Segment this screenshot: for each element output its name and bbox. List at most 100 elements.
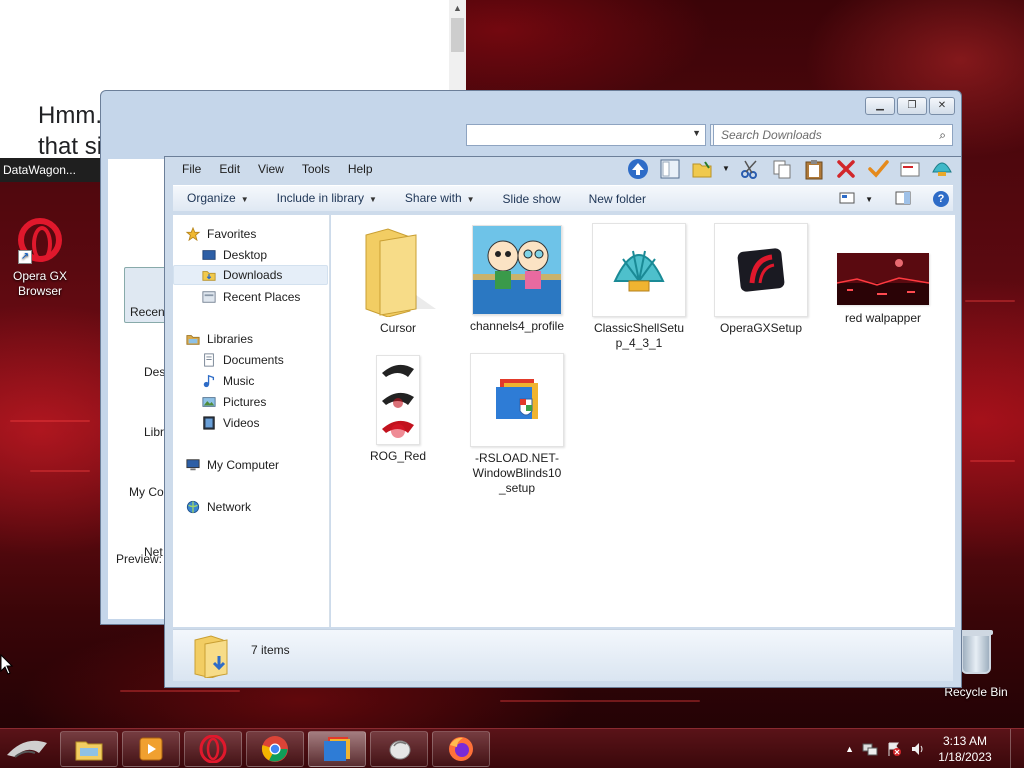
file-name: channels4_profile (469, 319, 565, 333)
network-tray-icon[interactable] (862, 741, 878, 757)
datawagon-window-title[interactable]: DataWagon... (0, 158, 100, 182)
scroll-up-arrow-icon[interactable]: ▲ (449, 0, 466, 16)
classic-shell-icon[interactable] (929, 157, 955, 181)
chevron-down-icon[interactable]: ▼ (721, 157, 731, 181)
file-name: -RSLOAD.NET-WindowBlinds10_setup (472, 451, 562, 495)
pictures-icon (202, 397, 216, 407)
nav-label: Music (223, 374, 255, 388)
file-item[interactable]: ROG_Red (350, 355, 446, 464)
show-hidden-icons-icon[interactable]: ▲ (845, 744, 854, 754)
minimize-button[interactable]: ▁ (865, 97, 895, 115)
paste-icon[interactable] (801, 157, 827, 181)
music-icon (203, 374, 215, 388)
address-bar[interactable]: ▼ (466, 124, 706, 146)
menu-view[interactable]: View (249, 157, 293, 181)
nav-item-downloads[interactable]: Downloads (173, 265, 328, 285)
preview-label: Preview: (116, 552, 163, 566)
menu-help[interactable]: Help (339, 157, 382, 181)
nav-item-favorites[interactable]: Favorites (185, 224, 340, 244)
view-options-icon[interactable] (839, 192, 855, 207)
nav-item-my-computer[interactable]: My Computer (185, 455, 340, 475)
show-desktop-button[interactable] (1010, 729, 1024, 768)
file-item[interactable]: ClassicShellSetup_4_3_1 (591, 223, 687, 351)
taskbar-opera-gx[interactable] (184, 731, 242, 767)
chevron-down-icon[interactable]: ▼ (692, 128, 701, 138)
include-in-library-label: Include in library (276, 190, 364, 205)
chevron-down-icon[interactable]: ▼ (865, 195, 873, 204)
nav-label: Videos (223, 416, 260, 430)
start-button[interactable] (2, 731, 52, 767)
command-bar: Organize ▼ Include in library ▼ Share with… (173, 185, 953, 211)
action-center-flag-icon[interactable] (886, 741, 902, 757)
taskbar-media-player[interactable] (122, 731, 180, 767)
menu-file[interactable]: File (173, 157, 210, 181)
scroll-thumb[interactable] (451, 18, 464, 52)
chevron-down-icon: ▼ (369, 194, 377, 204)
share-with-button[interactable]: Share with ▼ (391, 185, 489, 213)
file-item[interactable]: red walpapper (835, 253, 931, 326)
downloads-folder-icon (191, 634, 235, 681)
clock[interactable]: 3:13 AM 1/18/2023 (930, 733, 1000, 765)
file-item[interactable]: Cursor (350, 225, 446, 336)
mouse-icon (389, 740, 411, 760)
taskbar-firefox[interactable] (432, 731, 490, 767)
folder-options-icon[interactable] (689, 157, 715, 181)
up-arrow-icon[interactable] (625, 157, 651, 181)
properties-icon[interactable] (897, 157, 923, 181)
file-item[interactable]: channels4_profile (469, 225, 565, 334)
computer-icon (186, 459, 200, 471)
panes-icon[interactable] (657, 157, 683, 181)
file-name: ClassicShellSetup_4_3_1 (593, 321, 685, 350)
delete-icon[interactable] (833, 157, 859, 181)
volume-icon[interactable] (910, 741, 926, 757)
shell-icon (592, 223, 686, 317)
clock-time: 3:13 AM (942, 734, 988, 748)
downloads-explorer-window[interactable]: File Edit View Tools Help ▼ Organize ▼ I… (164, 156, 962, 688)
checkmark-icon[interactable] (865, 157, 891, 181)
firefox-icon (449, 737, 473, 761)
cut-icon[interactable] (737, 157, 763, 181)
new-folder-button[interactable]: New folder (575, 186, 660, 212)
desktop-icon-opera-gx[interactable]: ↗ Opera GX Browser (0, 216, 80, 299)
network-icon (186, 500, 200, 514)
nav-label: My Computer (207, 458, 280, 472)
file-list: Cursor channels4_profile ClassicShellSet… (331, 215, 955, 627)
slide-show-button[interactable]: Slide show (489, 186, 575, 212)
file-item[interactable]: -RSLOAD.NET-WindowBlinds10_setup (469, 353, 565, 496)
search-placeholder: Search Downloads (721, 128, 822, 142)
help-icon[interactable]: ? (933, 191, 949, 207)
menu-edit[interactable]: Edit (210, 157, 249, 181)
navigation-pane: Favorites Desktop Downloads Recent Place… (173, 215, 330, 627)
media-player-icon (139, 737, 163, 761)
file-item[interactable]: OperaGXSetup (713, 223, 809, 336)
file-name: ROG_Red (369, 449, 427, 463)
organize-button[interactable]: Organize ▼ (173, 185, 263, 213)
menu-tools[interactable]: Tools (293, 157, 339, 181)
taskbar-file-explorer[interactable] (60, 731, 118, 767)
nav-label: Network (207, 500, 252, 514)
system-tray: ▲ (845, 729, 926, 768)
search-icon[interactable]: ⌕ (939, 125, 946, 145)
videos-icon (203, 416, 215, 430)
nav-item-libraries[interactable]: Libraries (185, 329, 340, 349)
item-count: 7 items (251, 643, 290, 657)
file-name: red walpapper (844, 311, 922, 325)
taskbar-mouse-settings[interactable] (370, 731, 428, 767)
nav-item-network[interactable]: Network (185, 497, 340, 517)
chrome-icon (261, 736, 288, 762)
taskbar-chrome[interactable] (246, 731, 304, 767)
organize-label: Organize (187, 190, 236, 205)
search-input[interactable]: Search Downloads ⌕ (713, 124, 953, 146)
nav-label: Libraries (207, 332, 254, 346)
include-in-library-button[interactable]: Include in library ▼ (263, 185, 391, 213)
recent-places-icon (202, 291, 216, 303)
close-button[interactable]: ✕ (929, 97, 955, 115)
preview-pane-icon[interactable] (895, 191, 911, 208)
copy-icon[interactable] (769, 157, 795, 181)
rog-icon (376, 355, 420, 445)
taskbar-windowblinds[interactable] (308, 731, 366, 767)
details-pane: 7 items (173, 629, 953, 681)
star-icon (185, 227, 201, 241)
image-thumbnail (837, 253, 929, 305)
maximize-button[interactable]: ❐ (897, 97, 927, 115)
